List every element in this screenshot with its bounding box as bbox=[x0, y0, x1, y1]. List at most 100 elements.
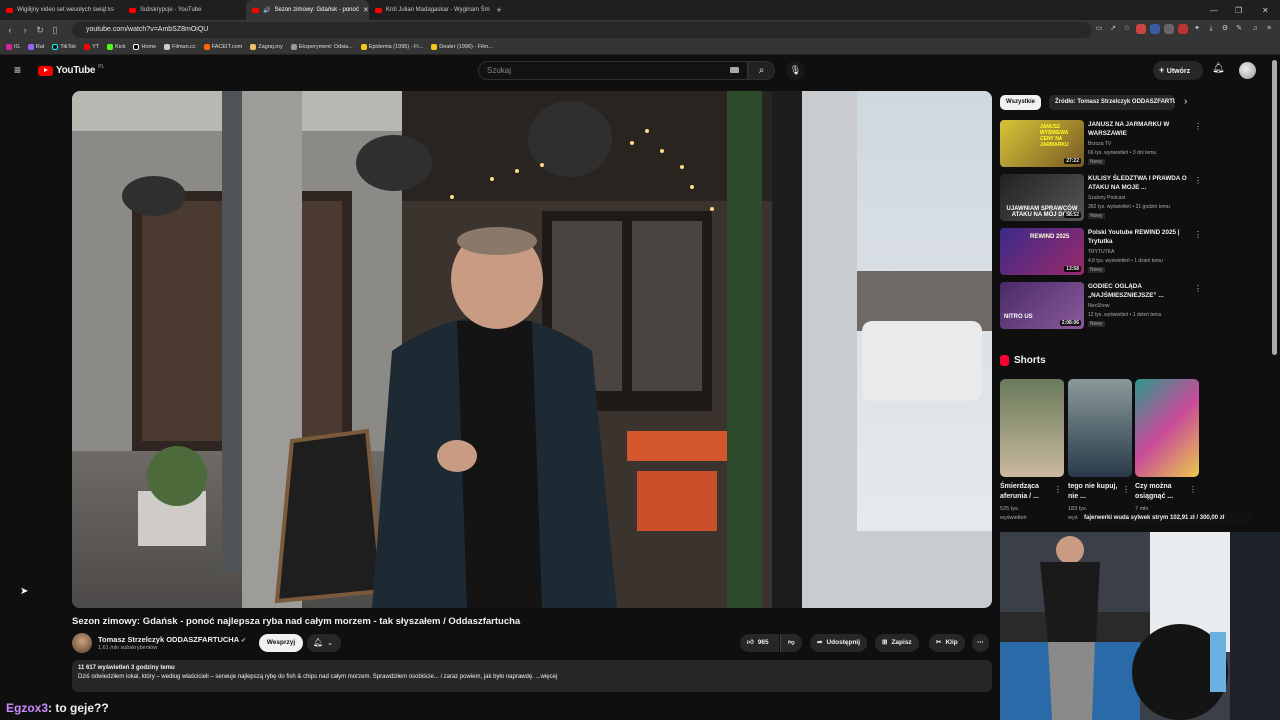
subscription-notification-button[interactable]: 🔔︎ ⌄ bbox=[307, 634, 341, 652]
search-icon: ⌕ bbox=[758, 65, 765, 76]
bookmark-item[interactable]: FACEIT.com bbox=[203, 44, 242, 50]
recommendation-item[interactable]: UJAWNIAM SPRAWCÓW ATAKU NA MÓJ DOM 58:52… bbox=[1000, 174, 1202, 226]
support-button[interactable]: Wesprzyj bbox=[259, 634, 303, 652]
media-icon[interactable]: ♫ bbox=[1250, 24, 1260, 34]
short-title[interactable]: Czy można osiągnąć ... bbox=[1135, 482, 1191, 502]
browser-tab[interactable]: Król Julian Madagaskar - Wyginam Śm bbox=[369, 0, 492, 20]
description-text: Dziś odwiedziłem lokal, który – według w… bbox=[78, 674, 558, 680]
bookmark-item[interactable]: Filman.cc bbox=[164, 44, 196, 50]
search-input[interactable]: Szukaj bbox=[478, 61, 748, 80]
share-page-icon[interactable]: ↗ bbox=[1108, 24, 1118, 34]
microphone-icon: 🎙 bbox=[789, 65, 802, 75]
extension-icon[interactable] bbox=[1150, 24, 1160, 34]
url-bar[interactable]: youtube.com/watch?v=AmbSZ8mOiQU bbox=[72, 22, 1092, 38]
bookmark-item[interactable]: IG bbox=[6, 44, 20, 50]
kebab-menu-icon[interactable]: ⋮ bbox=[1194, 230, 1202, 239]
short-title[interactable]: tego nie kupuj, nie ... bbox=[1068, 482, 1124, 502]
extension-icon[interactable] bbox=[1136, 24, 1146, 34]
chip-all[interactable]: Wszystkie bbox=[1000, 95, 1042, 110]
dislike-button[interactable]: 👎︎ bbox=[780, 634, 802, 652]
notifications-bell-icon[interactable]: 🔔︎ bbox=[1212, 63, 1225, 74]
bookmark-icon[interactable]: ▯ bbox=[50, 25, 60, 36]
forward-icon[interactable]: › bbox=[20, 25, 30, 35]
hamburger-menu-icon[interactable]: ≡ bbox=[14, 64, 21, 76]
new-badge: Nowy bbox=[1088, 159, 1105, 165]
shorts-icon bbox=[1000, 355, 1009, 366]
new-badge: Nowy bbox=[1088, 213, 1105, 219]
browser-tab-active[interactable]: 🔊 Sezon zimowy: Gdańsk - ponoć ✕ bbox=[246, 0, 369, 20]
recommendation-item[interactable]: REWIND 2025 13:58 Polski Youtube REWIND … bbox=[1000, 228, 1202, 280]
keyboard-icon[interactable] bbox=[730, 67, 739, 73]
bookmark-item[interactable]: Dealer (1996) - Film... bbox=[431, 44, 493, 50]
recommendation-title: KULISY ŚLEDZTWA I PRAWDA O ATAKU NA MOJE… bbox=[1088, 175, 1187, 191]
video-thumbnail: NITRO US 2:08:06 bbox=[1000, 282, 1084, 329]
youtube-logo[interactable]: YouTube PL bbox=[38, 64, 104, 76]
short-thumbnail[interactable] bbox=[1068, 379, 1132, 477]
faceit-icon bbox=[203, 44, 210, 50]
browser-tab[interactable]: Wigilijny video set wesołych świąt ks bbox=[0, 0, 123, 20]
kebab-menu-icon[interactable]: ⋮ bbox=[1194, 176, 1202, 185]
kebab-menu-icon[interactable]: ⋮ bbox=[1194, 122, 1202, 131]
description-box[interactable]: 11 617 wyświetleń 3 godziny temu Dziś od… bbox=[72, 660, 992, 692]
voice-search-button[interactable]: 🎙 bbox=[786, 61, 805, 80]
screen-icon[interactable]: ▭ bbox=[1094, 24, 1104, 34]
new-badge: Nowy bbox=[1088, 321, 1105, 327]
bookmark-item[interactable]: Kick bbox=[107, 44, 125, 50]
share-button[interactable]: ➦ Udostępnij bbox=[810, 634, 868, 652]
short-title[interactable]: Śmierdząca aferunia / ... bbox=[1000, 482, 1056, 502]
chevron-right-icon[interactable]: › bbox=[1184, 96, 1187, 107]
new-tab-button[interactable]: + bbox=[492, 5, 506, 15]
imdb-icon bbox=[360, 44, 367, 50]
bookmark-item[interactable]: Rat bbox=[27, 44, 44, 50]
thumbs-down-icon: 👎︎ bbox=[788, 639, 795, 646]
account-avatar[interactable] bbox=[1239, 62, 1256, 79]
page-scrollbar[interactable] bbox=[1272, 60, 1277, 355]
reload-icon[interactable]: ↻ bbox=[35, 25, 45, 36]
channel-name[interactable]: Tomasz Strzelczyk ODDASZFARTUCHA ✔ bbox=[98, 635, 246, 644]
create-button[interactable]: + Utwórz bbox=[1153, 61, 1203, 80]
video-player[interactable] bbox=[72, 91, 992, 608]
bookmark-item[interactable]: TikTok bbox=[52, 44, 76, 50]
save-icon: ⊞ bbox=[882, 639, 888, 646]
download-icon[interactable]: ⤓ bbox=[1206, 24, 1216, 34]
chip-source[interactable]: Źródło: Tomasz Strzelczyk ODDASZFARTUCHA bbox=[1049, 95, 1175, 110]
short-thumbnail[interactable] bbox=[1135, 379, 1199, 477]
save-button[interactable]: ⊞ Zapisz bbox=[875, 634, 919, 652]
star-icon[interactable]: ☆ bbox=[1122, 24, 1132, 34]
window-minimize-icon[interactable]: — bbox=[1210, 0, 1218, 20]
pencil-icon[interactable]: ✎ bbox=[1234, 24, 1244, 34]
browser-tab[interactable]: Subskrypcje - YouTube bbox=[123, 0, 246, 20]
x-icon bbox=[133, 44, 140, 50]
bookmark-item[interactable]: YT bbox=[84, 44, 99, 50]
gear-icon[interactable]: ⚙ bbox=[1220, 24, 1230, 34]
bookmark-item[interactable]: Zagraj.my bbox=[250, 44, 283, 50]
extension-icon[interactable] bbox=[1164, 24, 1174, 34]
video-thumbnail: JANUSZ WYŚMIEWA CENY NA JARMARKU 27:22 bbox=[1000, 120, 1084, 167]
kebab-menu-icon[interactable]: ⋮ bbox=[1122, 485, 1130, 494]
kebab-menu-icon[interactable]: ⋮ bbox=[1189, 485, 1197, 494]
puzzle-icon[interactable]: ✦ bbox=[1192, 24, 1202, 34]
back-icon[interactable]: ‹ bbox=[5, 25, 15, 35]
more-actions-button[interactable]: ⋯ bbox=[972, 634, 989, 652]
channel-avatar[interactable] bbox=[72, 633, 92, 653]
short-thumbnail[interactable] bbox=[1000, 379, 1064, 477]
like-button[interactable]: 👍︎ 965 bbox=[740, 634, 779, 652]
window-restore-icon[interactable]: ❐ bbox=[1235, 0, 1242, 20]
bookmark-item[interactable]: Epidemia (1995) - Fi... bbox=[360, 44, 423, 50]
recommendation-meta: 66 tys. wyświetleń • 3 dni temu bbox=[1088, 150, 1157, 156]
close-tab-icon[interactable]: ✕ bbox=[363, 6, 369, 14]
browser-menu-icon[interactable]: ≡ bbox=[1264, 24, 1274, 34]
kebab-menu-icon[interactable]: ⋮ bbox=[1054, 485, 1062, 494]
bookmark-item[interactable]: Eksperyment: Odsia... bbox=[290, 44, 353, 50]
youtube-play-icon bbox=[38, 65, 53, 76]
recommendation-channel: Brzoza TV bbox=[1088, 141, 1112, 147]
search-button[interactable]: ⌕ bbox=[748, 61, 775, 80]
recommendation-item[interactable]: JANUSZ WYŚMIEWA CENY NA JARMARKU 27:22 J… bbox=[1000, 120, 1202, 172]
bookmark-item[interactable]: Home bbox=[133, 44, 156, 50]
clip-button[interactable]: ✂ Klip bbox=[929, 634, 965, 652]
recommendation-item[interactable]: NITRO US 2:08:06 GODIEC OGLĄDA „NAJŚMIES… bbox=[1000, 282, 1202, 334]
extension-icon[interactable] bbox=[1178, 24, 1188, 34]
instagram-icon bbox=[6, 44, 12, 50]
window-close-icon[interactable]: ✕ bbox=[1262, 0, 1269, 20]
kebab-menu-icon[interactable]: ⋮ bbox=[1194, 284, 1202, 293]
